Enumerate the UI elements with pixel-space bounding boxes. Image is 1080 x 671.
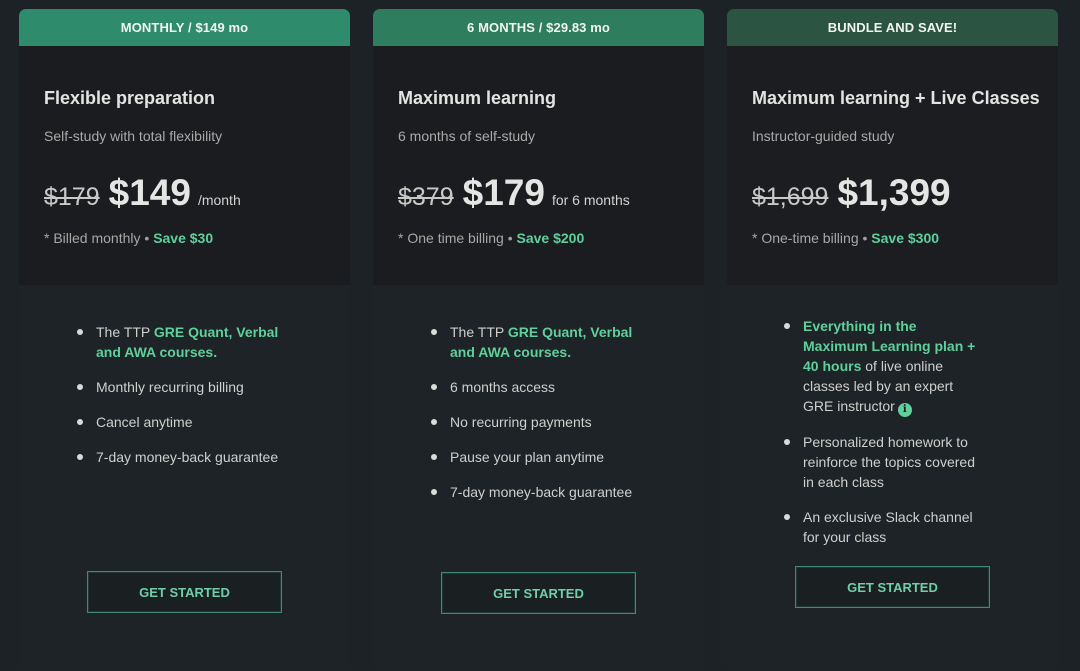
original-price: $1,699	[752, 183, 829, 211]
plan-details: The TTP GRE Quant, Verbal and AWA course…	[19, 285, 350, 665]
plan-card-six-months: 6 MONTHS / $29.83 mo Maximum learning 6 …	[373, 9, 704, 665]
plan-subtitle: 6 months of self-study	[398, 128, 535, 144]
feature-item: 6 months access	[431, 377, 661, 397]
plan-details: Everything in the Maximum Learning plan …	[727, 285, 1058, 665]
plan-tab-label: BUNDLE AND SAVE!	[727, 9, 1058, 46]
get-started-button[interactable]: GET STARTED	[795, 566, 990, 608]
get-started-button[interactable]: GET STARTED	[441, 572, 636, 614]
billing-info: * One-time billing • Save $300	[752, 230, 939, 246]
plan-summary: Maximum learning 6 months of self-study …	[373, 46, 704, 285]
price-row: $179 $149 /month	[44, 172, 241, 214]
feature-list: The TTP GRE Quant, Verbal and AWA course…	[77, 322, 307, 482]
separator-dot: •	[862, 230, 872, 246]
plan-card-bundle: BUNDLE AND SAVE! Maximum learning + Live…	[727, 9, 1058, 665]
feature-item: Personalized homework to reinforce the t…	[784, 432, 980, 492]
plan-subtitle: Self-study with total flexibility	[44, 128, 223, 144]
current-price: $179	[462, 172, 545, 213]
bullet-icon	[77, 419, 83, 425]
feature-item: The TTP GRE Quant, Verbal and AWA course…	[77, 322, 307, 362]
feature-item: An exclusive Slack channel for your clas…	[784, 507, 980, 547]
feature-item: The TTP GRE Quant, Verbal and AWA course…	[431, 322, 661, 362]
current-price: $149	[108, 172, 191, 213]
info-icon[interactable]: i	[897, 403, 912, 417]
feature-text: Pause your plan anytime	[450, 449, 605, 465]
bullet-icon	[77, 329, 83, 335]
billing-note: * Billed monthly	[44, 230, 141, 246]
feature-list: The TTP GRE Quant, Verbal and AWA course…	[431, 322, 661, 517]
feature-item: Cancel anytime	[77, 412, 307, 432]
feature-list: Everything in the Maximum Learning plan …	[784, 316, 980, 562]
savings-label: Save $300	[871, 230, 940, 246]
price-row: $1,699 $1,399	[752, 172, 958, 214]
feature-item: Monthly recurring billing	[77, 377, 307, 397]
bullet-icon	[784, 439, 790, 445]
bullet-icon	[784, 514, 790, 520]
bullet-icon	[431, 419, 437, 425]
feature-text: 6 months access	[450, 379, 556, 395]
billing-note: * One-time billing	[752, 230, 859, 246]
plan-name: Maximum learning + Live Classes	[752, 88, 1040, 108]
get-started-button[interactable]: GET STARTED	[87, 571, 282, 613]
bullet-icon	[431, 329, 437, 335]
plan-name: Maximum learning	[398, 88, 557, 108]
feature-item: Pause your plan anytime	[431, 447, 661, 467]
bullet-icon	[431, 489, 437, 495]
feature-text: 7-day money-back guarantee	[450, 484, 633, 500]
price-row: $379 $179 for 6 months	[398, 172, 630, 214]
plan-details: The TTP GRE Quant, Verbal and AWA course…	[373, 285, 704, 665]
savings-label: Save $200	[516, 230, 585, 246]
feature-text: The TTP	[450, 324, 508, 340]
plan-subtitle: Instructor-guided study	[752, 128, 895, 144]
price-period: for 6 months	[551, 192, 630, 208]
feature-text: No recurring payments	[450, 414, 592, 430]
savings-label: Save $30	[153, 230, 214, 246]
feature-text: 7-day money-back guarantee	[96, 449, 279, 465]
feature-item: No recurring payments	[431, 412, 661, 432]
pricing-plans: MONTHLY / $149 mo Flexible preparation S…	[0, 0, 1080, 671]
original-price: $379	[398, 183, 454, 211]
feature-item: 7-day money-back guarantee	[431, 482, 661, 502]
plan-card-monthly: MONTHLY / $149 mo Flexible preparation S…	[19, 9, 350, 665]
feature-item: 7-day money-back guarantee	[77, 447, 307, 467]
feature-text: Personalized homework to reinforce the t…	[803, 434, 975, 490]
feature-item: Everything in the Maximum Learning plan …	[784, 316, 980, 417]
billing-note: * One time billing	[398, 230, 504, 246]
separator-dot: •	[144, 230, 154, 246]
billing-info: * One time billing • Save $200	[398, 230, 584, 246]
bullet-icon	[431, 384, 437, 390]
separator-dot: •	[507, 230, 517, 246]
bullet-icon	[77, 454, 83, 460]
plan-summary: Flexible preparation Self-study with tot…	[19, 46, 350, 285]
bullet-icon	[77, 384, 83, 390]
feature-text: Cancel anytime	[96, 414, 193, 430]
original-price: $179	[44, 183, 100, 211]
plan-name: Flexible preparation	[44, 88, 216, 108]
price-period: /month	[197, 192, 241, 208]
plan-summary: Maximum learning + Live Classes Instruct…	[727, 46, 1058, 285]
bullet-icon	[431, 454, 437, 460]
billing-info: * Billed monthly • Save $30	[44, 230, 213, 246]
feature-text: Monthly recurring billing	[96, 379, 244, 395]
plan-tab-label: MONTHLY / $149 mo	[19, 9, 350, 46]
bullet-icon	[784, 323, 790, 329]
feature-text: The TTP	[96, 324, 154, 340]
plan-tab-label: 6 MONTHS / $29.83 mo	[373, 9, 704, 46]
feature-text: An exclusive Slack channel for your clas…	[803, 509, 973, 545]
current-price: $1,399	[837, 172, 951, 213]
